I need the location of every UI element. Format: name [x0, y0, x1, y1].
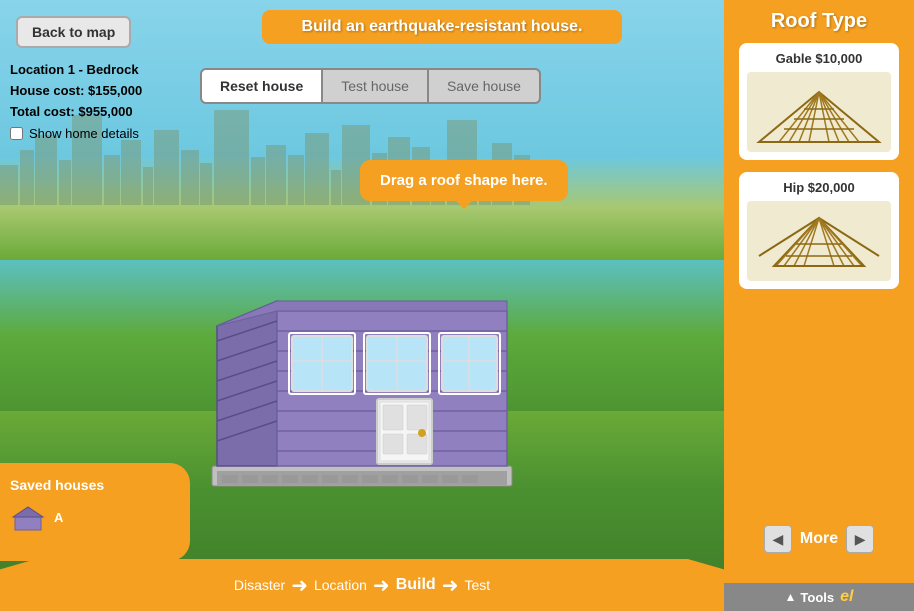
- page-title: Build an earthquake-resistant house.: [262, 10, 623, 44]
- test-step-label: Test: [464, 577, 490, 593]
- location-info: Location 1 - Bedrock: [10, 60, 142, 81]
- nav-arrow-3: ➜: [442, 573, 459, 598]
- saved-house-label: A: [54, 510, 63, 525]
- reset-house-button[interactable]: Reset house: [200, 68, 323, 104]
- total-cost-info: Total cost: $955,000: [10, 102, 142, 123]
- nav-step-disaster[interactable]: Disaster: [234, 577, 285, 593]
- nav-arrow-2: ➜: [373, 573, 390, 598]
- bottom-navigation: Disaster ➜ Location ➜ Build ➜ Test: [0, 559, 724, 611]
- nav-step-build[interactable]: Build: [396, 576, 436, 594]
- nav-step-test[interactable]: Test: [464, 577, 490, 593]
- more-next-button[interactable]: ▶: [846, 525, 874, 553]
- test-house-button[interactable]: Test house: [323, 68, 429, 104]
- show-home-checkbox[interactable]: [10, 127, 23, 140]
- disaster-step-label: Disaster: [234, 577, 285, 593]
- saved-houses-panel: Saved houses A: [0, 463, 190, 561]
- more-label: More: [800, 530, 838, 548]
- right-panel: Roof Type Gable $10,000: [724, 0, 914, 611]
- drag-tooltip: Drag a roof shape here.: [360, 160, 568, 201]
- saved-houses-background: Saved houses A: [0, 463, 190, 561]
- house-cost-info: House cost: $155,000: [10, 81, 142, 102]
- nav-step-location[interactable]: Location: [314, 577, 367, 593]
- info-panel: Location 1 - Bedrock House cost: $155,00…: [10, 60, 142, 141]
- tools-logo: el: [840, 588, 853, 606]
- list-item: A: [10, 503, 174, 531]
- main-container: Back to map Build an earthquake-resistan…: [0, 0, 914, 611]
- header-bar: Back to map Build an earthquake-resistan…: [0, 0, 724, 55]
- house-thumbnail-icon: [10, 503, 46, 531]
- nav-arrow-1: ➜: [291, 573, 308, 598]
- more-navigation-row: ◀ More ▶: [724, 525, 914, 553]
- hip-roof-label: Hip $20,000: [747, 180, 891, 195]
- saved-houses-title: Saved houses: [10, 477, 174, 493]
- save-house-button[interactable]: Save house: [429, 68, 541, 104]
- location-step-label: Location: [314, 577, 367, 593]
- tools-up-icon: ▲: [785, 590, 797, 604]
- gable-roof-image: [747, 72, 891, 152]
- show-home-label: Show home details: [29, 126, 139, 141]
- action-buttons: Reset house Test house Save house: [200, 68, 541, 104]
- roof-type-title: Roof Type: [771, 10, 867, 33]
- back-to-map-button[interactable]: Back to map: [16, 16, 131, 48]
- house-illustration: [192, 271, 532, 491]
- build-step-label: Build: [396, 576, 436, 594]
- hip-roof-image: [747, 201, 891, 281]
- tools-button[interactable]: ▲ Tools el: [724, 583, 914, 611]
- gable-roof-label: Gable $10,000: [747, 51, 891, 66]
- center-area: Back to map Build an earthquake-resistan…: [0, 0, 724, 611]
- tools-label: Tools: [800, 590, 834, 605]
- title-banner: Build an earthquake-resistant house.: [160, 10, 724, 44]
- more-prev-button[interactable]: ◀: [764, 525, 792, 553]
- gable-roof-option[interactable]: Gable $10,000: [739, 43, 899, 160]
- hip-roof-option[interactable]: Hip $20,000: [739, 172, 899, 289]
- show-home-row: Show home details: [10, 126, 142, 141]
